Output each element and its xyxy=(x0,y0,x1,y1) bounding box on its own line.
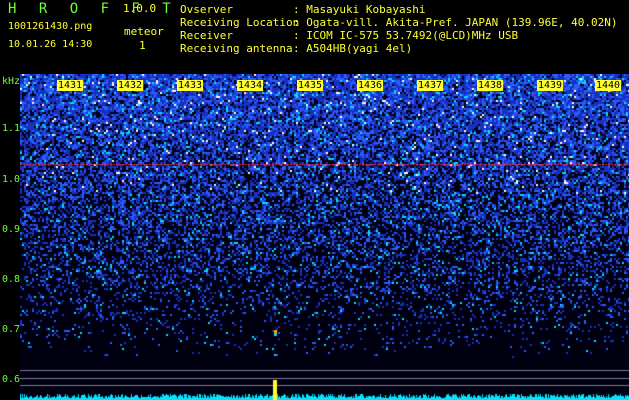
x-tick-label: 1436 xyxy=(357,80,384,91)
x-tick-label: 1439 xyxy=(537,80,564,91)
header-panel: H R O F F T 1.0.0 1001261430.png meteor … xyxy=(0,0,629,74)
y-tick-label: 0.8 xyxy=(2,274,21,285)
app-version: 1.0.0 xyxy=(123,2,157,15)
info-label-observer: Ovserver xyxy=(180,3,233,16)
info-value-observer: : Masayuki Kobayashi xyxy=(293,3,426,16)
detect-count: 1 xyxy=(139,39,146,52)
x-tick-label: 1438 xyxy=(477,80,504,91)
info-value-antenna: : A504HB(yagi 4el) xyxy=(293,42,413,55)
x-tick-label: 1432 xyxy=(117,80,144,91)
y-tick-label: 1.0 xyxy=(2,174,21,185)
y-axis-unit: kHz xyxy=(2,76,21,87)
info-value-receiver: : ICOM IC-575 53.7492(@LCD)MHz USB xyxy=(293,29,519,42)
info-label-location: Receiving Location xyxy=(180,16,300,29)
x-tick-label: 1440 xyxy=(595,80,622,91)
y-tick-label: 0.7 xyxy=(2,324,21,335)
x-tick-label: 1437 xyxy=(417,80,444,91)
info-label-receiver: Receiver xyxy=(180,29,233,42)
spectrogram-canvas xyxy=(20,74,629,400)
info-label-antenna: Receiving antenna xyxy=(180,42,293,55)
detect-label: meteor xyxy=(124,25,164,38)
datetime: 10.01.26 14:30 xyxy=(8,39,93,50)
y-axis: kHz 1.1 1.0 0.9 0.8 0.7 0.6 xyxy=(0,74,20,400)
info-value-location: : Ogata-vill. Akita-Pref. JAPAN (139.96E… xyxy=(293,16,618,29)
x-tick-label: 1433 xyxy=(177,80,204,91)
y-tick-label: 1.1 xyxy=(2,123,21,134)
x-tick-label: 1431 xyxy=(57,80,84,91)
x-tick-label: 1434 xyxy=(237,80,264,91)
file-name: 1001261430.png xyxy=(8,21,93,32)
y-tick-label: 0.6 xyxy=(2,374,21,385)
x-tick-label: 1435 xyxy=(297,80,324,91)
y-tick-label: 0.9 xyxy=(2,224,21,235)
